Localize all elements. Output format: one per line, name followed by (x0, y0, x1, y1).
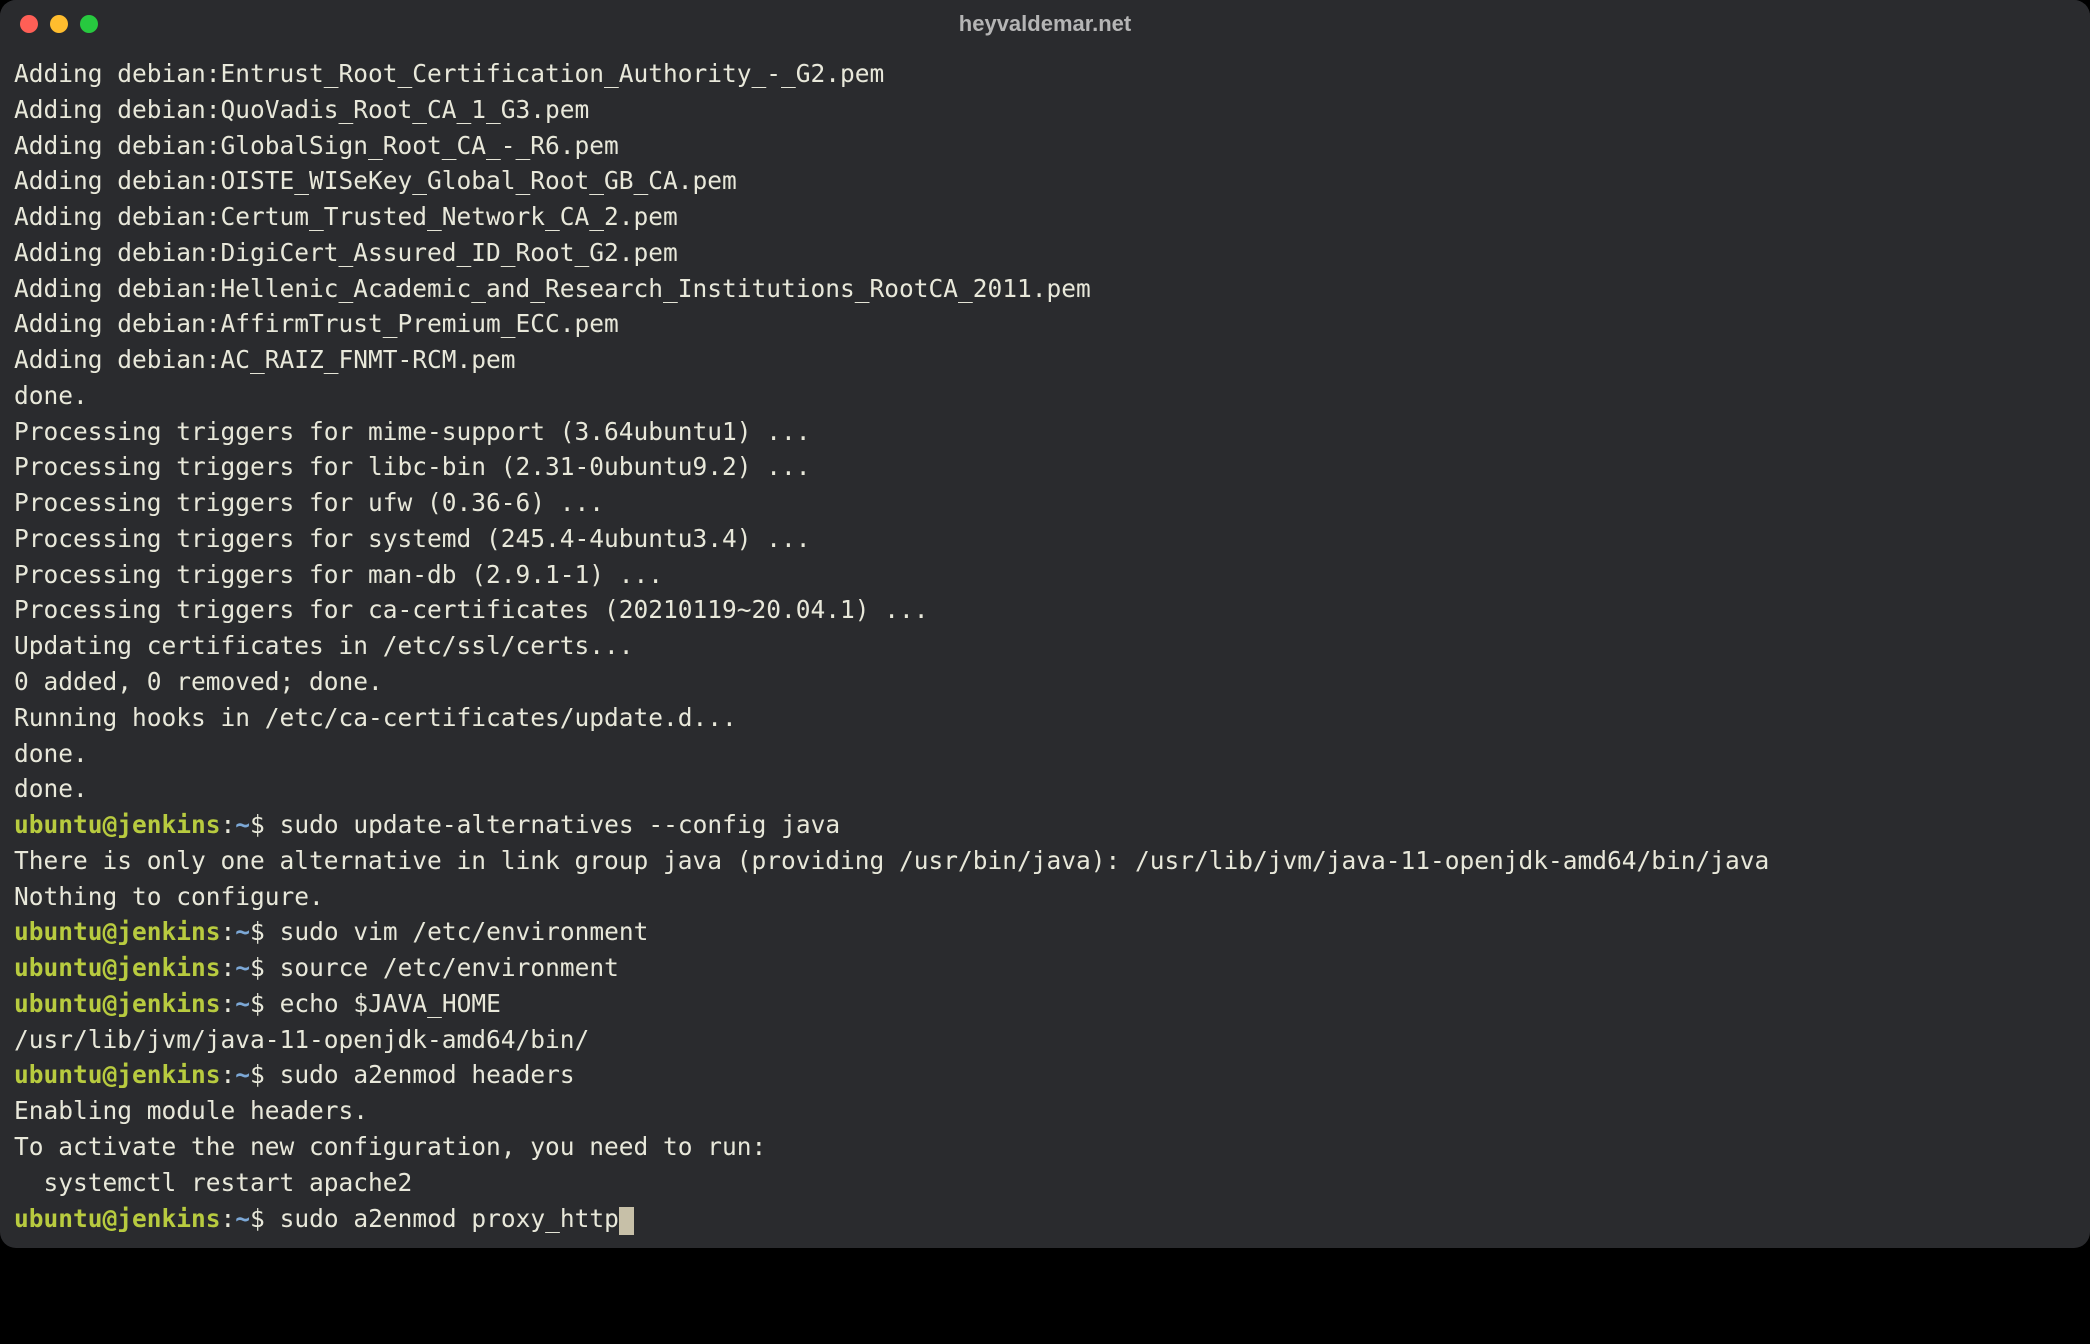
prompt-user-host: ubuntu@jenkins (14, 989, 221, 1018)
cursor-icon (619, 1207, 634, 1235)
prompt-dollar: $ (250, 953, 265, 982)
output-line: done. (14, 736, 2076, 772)
prompt-separator: : (221, 1060, 236, 1089)
output-line: Processing triggers for mime-support (3.… (14, 414, 2076, 450)
output-line: Running hooks in /etc/ca-certificates/up… (14, 700, 2076, 736)
prompt-dollar: $ (250, 1204, 265, 1233)
command-text: echo $JAVA_HOME (265, 989, 501, 1018)
prompt-path: ~ (235, 810, 250, 839)
output-line: Adding debian:QuoVadis_Root_CA_1_G3.pem (14, 92, 2076, 128)
command-text: sudo update-alternatives --config java (265, 810, 840, 839)
prompt-line: ubuntu@jenkins:~$ source /etc/environmen… (14, 950, 2076, 986)
command-text: source /etc/environment (265, 953, 619, 982)
output-line: Adding debian:OISTE_WISeKey_Global_Root_… (14, 163, 2076, 199)
prompt-user-host: ubuntu@jenkins (14, 1060, 221, 1089)
prompt-separator: : (221, 989, 236, 1018)
output-line: Adding debian:AC_RAIZ_FNMT-RCM.pem (14, 342, 2076, 378)
prompt-dollar: $ (250, 810, 265, 839)
command-input[interactable]: sudo a2enmod proxy_http (265, 1204, 619, 1233)
output-line: There is only one alternative in link gr… (14, 843, 2076, 879)
prompt-path: ~ (235, 953, 250, 982)
prompt-line: ubuntu@jenkins:~$ sudo vim /etc/environm… (14, 914, 2076, 950)
output-line: Processing triggers for ufw (0.36-6) ... (14, 485, 2076, 521)
output-line: 0 added, 0 removed; done. (14, 664, 2076, 700)
prompt-dollar: $ (250, 917, 265, 946)
output-line: done. (14, 378, 2076, 414)
terminal-content[interactable]: Adding debian:Entrust_Root_Certification… (0, 48, 2090, 1248)
output-line: Adding debian:Certum_Trusted_Network_CA_… (14, 199, 2076, 235)
output-line: Processing triggers for libc-bin (2.31-0… (14, 449, 2076, 485)
prompt-path: ~ (235, 989, 250, 1018)
command-text: sudo vim /etc/environment (265, 917, 649, 946)
output-line: done. (14, 771, 2076, 807)
traffic-lights (20, 15, 98, 33)
prompt-dollar: $ (250, 1060, 265, 1089)
prompt-user-host: ubuntu@jenkins (14, 917, 221, 946)
prompt-line: ubuntu@jenkins:~$ sudo a2enmod headers (14, 1057, 2076, 1093)
minimize-icon[interactable] (50, 15, 68, 33)
command-text: sudo a2enmod headers (265, 1060, 575, 1089)
output-line: Adding debian:AffirmTrust_Premium_ECC.pe… (14, 306, 2076, 342)
output-line: systemctl restart apache2 (14, 1165, 2076, 1201)
prompt-separator: : (221, 917, 236, 946)
output-line: Processing triggers for man-db (2.9.1-1)… (14, 557, 2076, 593)
titlebar[interactable]: heyvaldemar.net (0, 0, 2090, 48)
prompt-user-host: ubuntu@jenkins (14, 953, 221, 982)
prompt-user-host: ubuntu@jenkins (14, 810, 221, 839)
prompt-path: ~ (235, 917, 250, 946)
output-line: Updating certificates in /etc/ssl/certs.… (14, 628, 2076, 664)
prompt-separator: : (221, 1204, 236, 1233)
output-line: Adding debian:Hellenic_Academic_and_Rese… (14, 271, 2076, 307)
output-line: /usr/lib/jvm/java-11-openjdk-amd64/bin/ (14, 1022, 2076, 1058)
output-line: Adding debian:Entrust_Root_Certification… (14, 56, 2076, 92)
output-line: Enabling module headers. (14, 1093, 2076, 1129)
prompt-dollar: $ (250, 989, 265, 1018)
close-icon[interactable] (20, 15, 38, 33)
prompt-path: ~ (235, 1060, 250, 1089)
output-line: Adding debian:DigiCert_Assured_ID_Root_G… (14, 235, 2076, 271)
terminal-window: heyvaldemar.net Adding debian:Entrust_Ro… (0, 0, 2090, 1248)
prompt-path: ~ (235, 1204, 250, 1233)
output-line: Processing triggers for systemd (245.4-4… (14, 521, 2076, 557)
output-line: Adding debian:GlobalSign_Root_CA_-_R6.pe… (14, 128, 2076, 164)
window-title: heyvaldemar.net (959, 11, 1131, 37)
maximize-icon[interactable] (80, 15, 98, 33)
prompt-line-active[interactable]: ubuntu@jenkins:~$ sudo a2enmod proxy_htt… (14, 1201, 2076, 1237)
output-line: Processing triggers for ca-certificates … (14, 592, 2076, 628)
prompt-line: ubuntu@jenkins:~$ echo $JAVA_HOME (14, 986, 2076, 1022)
output-line: Nothing to configure. (14, 879, 2076, 915)
prompt-user-host: ubuntu@jenkins (14, 1204, 221, 1233)
prompt-separator: : (221, 953, 236, 982)
output-line: To activate the new configuration, you n… (14, 1129, 2076, 1165)
prompt-line: ubuntu@jenkins:~$ sudo update-alternativ… (14, 807, 2076, 843)
prompt-separator: : (221, 810, 236, 839)
